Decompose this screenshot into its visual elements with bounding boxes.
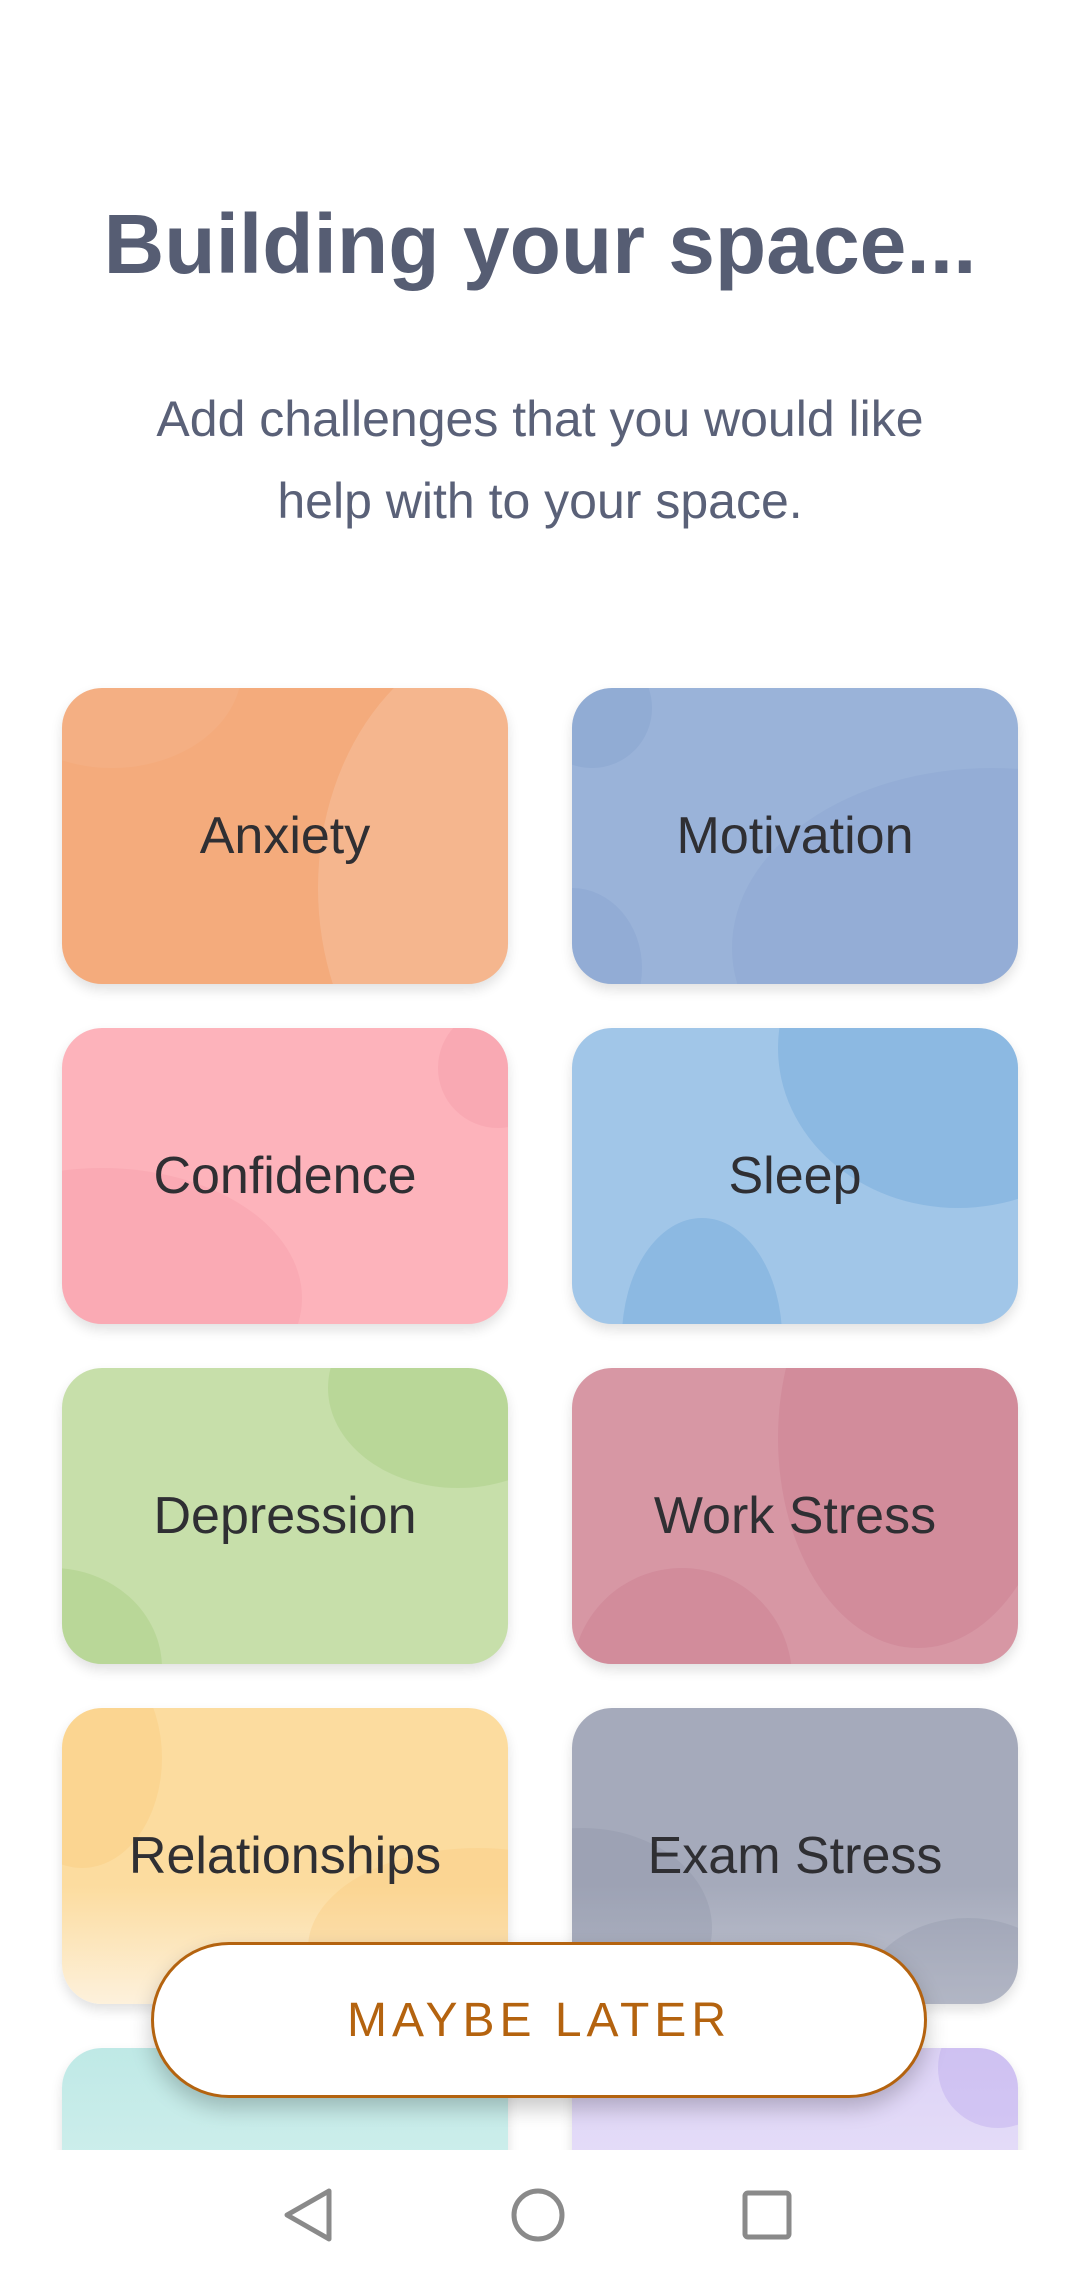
back-triangle-icon[interactable]	[272, 2180, 342, 2250]
challenge-grid: Anxiety Motivation Confidence Sleep Depr…	[0, 660, 1080, 2150]
challenge-card-motivation[interactable]: Motivation	[572, 688, 1018, 984]
page-title: Building your space...	[103, 197, 977, 291]
challenge-label: Confidence	[153, 1147, 417, 1205]
home-circle-icon[interactable]	[503, 2180, 573, 2250]
challenge-card-confidence[interactable]: Confidence	[62, 1028, 508, 1324]
recents-square-icon[interactable]	[732, 2180, 802, 2250]
page-subtitle: Add challenges that you would like help …	[156, 391, 924, 529]
challenge-card-sleep[interactable]: Sleep	[572, 1028, 1018, 1324]
challenge-card-depression[interactable]: Depression	[62, 1368, 508, 1664]
challenge-label: Sleep	[728, 1147, 862, 1205]
challenge-card-work-stress[interactable]: Work Stress	[572, 1368, 1018, 1664]
system-navigation-bar	[0, 2150, 1080, 2280]
challenge-label: Depression	[153, 1487, 417, 1545]
challenge-label: Relationships	[128, 1827, 442, 1885]
challenge-label: Exam Stress	[647, 1827, 943, 1885]
onboarding-screen: Building your space... Add challenges th…	[0, 0, 1080, 2280]
challenge-card-exam-stress[interactable]: Exam Stress	[572, 1708, 1018, 2004]
challenge-card-anxiety[interactable]: Anxiety	[62, 688, 508, 984]
challenge-label: Work Stress	[653, 1487, 937, 1545]
challenge-label: Anxiety	[199, 807, 371, 865]
challenge-card-relationships[interactable]: Relationships	[62, 1708, 508, 2004]
challenge-label: Motivation	[676, 807, 914, 865]
